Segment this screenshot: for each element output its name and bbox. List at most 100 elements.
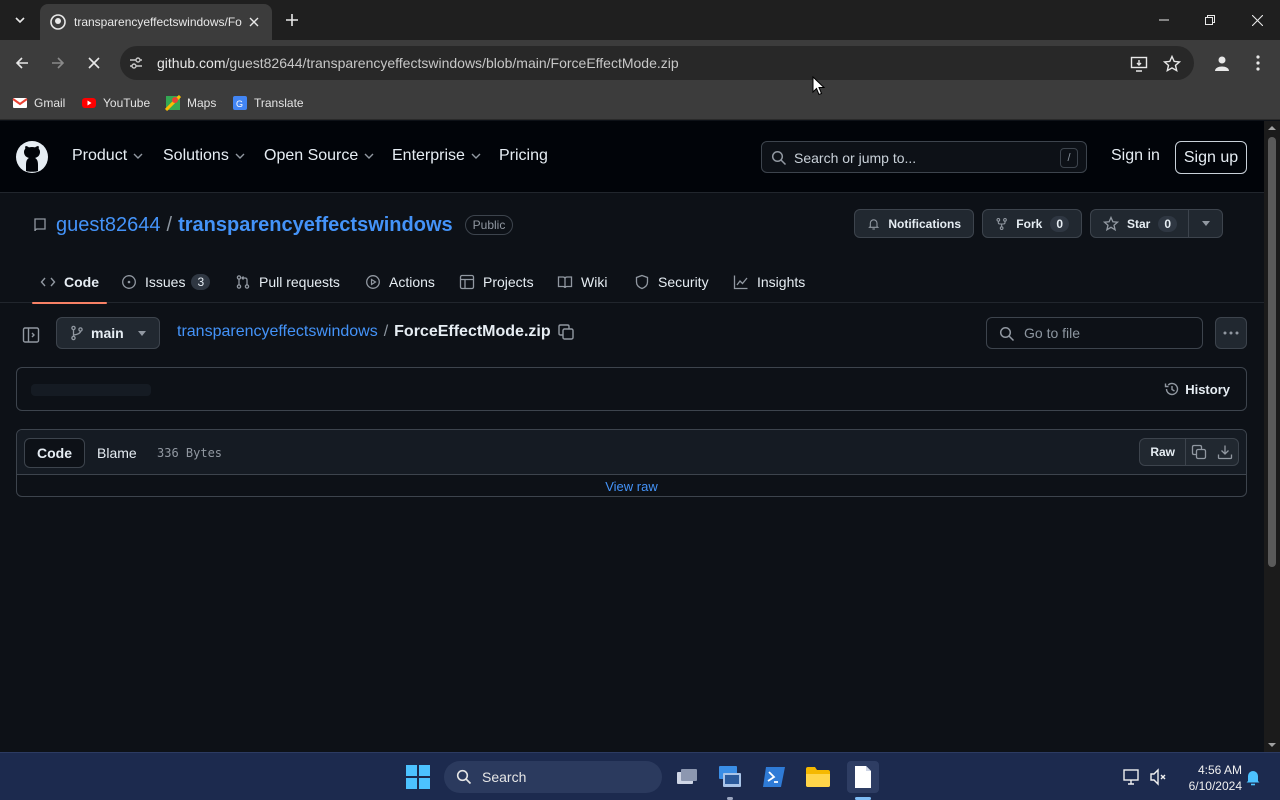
copy-icon	[1191, 444, 1207, 460]
new-tab-button[interactable]	[280, 8, 304, 32]
scroll-up-arrow-icon[interactable]	[1267, 123, 1277, 133]
code-icon	[40, 277, 56, 287]
close-window-button[interactable]	[1234, 0, 1280, 40]
sidebar-toggle-icon[interactable]	[22, 326, 40, 344]
mouse-cursor-icon	[812, 76, 826, 96]
install-app-icon[interactable]	[1130, 55, 1148, 73]
start-button[interactable]	[402, 761, 434, 793]
blame-view-button[interactable]: Blame	[85, 438, 149, 468]
git-branch-icon	[71, 325, 83, 341]
taskbar-app-file-explorer[interactable]	[802, 761, 834, 793]
profile-button[interactable]	[1208, 49, 1236, 77]
tab-pull-requests[interactable]: Pull requests	[227, 261, 348, 303]
tab-close-icon[interactable]	[246, 14, 262, 30]
bell-icon	[868, 218, 880, 230]
browser-tab-active[interactable]: transparencyeffectswindows/ForceEffectMo…	[40, 4, 272, 40]
browser-tabstrip: transparencyeffectswindows/ForceEffectMo…	[0, 0, 1280, 40]
scrollbar-thumb[interactable]	[1268, 137, 1276, 567]
table-icon	[459, 274, 475, 290]
taskbar-search[interactable]: Search	[444, 761, 662, 793]
arrow-left-icon	[15, 57, 28, 69]
bookmark-gmail[interactable]: Gmail	[12, 92, 65, 114]
star-button[interactable]: Star 0	[1090, 209, 1223, 238]
sign-in-link[interactable]: Sign in	[1111, 147, 1160, 165]
github-favicon-icon	[50, 14, 66, 30]
taskbar-app-powershell[interactable]	[758, 761, 790, 793]
caret-down-icon	[138, 331, 146, 336]
nav-open-source[interactable]: Open Source	[264, 147, 374, 165]
copy-raw-button[interactable]	[1186, 439, 1212, 465]
sign-up-button[interactable]: Sign up	[1175, 141, 1247, 174]
system-clock[interactable]: 4:56 AM 6/10/2024	[1176, 762, 1242, 794]
profile-avatar-icon	[1215, 56, 1229, 71]
code-view-button[interactable]: Code	[24, 438, 85, 468]
branch-selector[interactable]: main	[56, 317, 160, 349]
clock-date: 6/10/2024	[1188, 779, 1242, 793]
pull-request-icon	[236, 275, 250, 289]
scroll-down-arrow-icon[interactable]	[1267, 740, 1277, 750]
network-monitor-icon[interactable]	[1122, 767, 1142, 787]
copy-icon[interactable]	[557, 323, 575, 341]
fork-button[interactable]: Fork 0	[982, 209, 1082, 238]
repo-name-link[interactable]: transparencyeffectswindows	[178, 214, 453, 237]
tab-projects[interactable]: Projects	[451, 261, 542, 303]
search-input[interactable]: Search or jump to... /	[761, 141, 1087, 173]
bookmark-youtube[interactable]: YouTube	[81, 92, 150, 114]
star-dropdown-button[interactable]	[1188, 210, 1222, 237]
repo-title: guest82644 / transparencyeffectswindows …	[32, 211, 514, 239]
tab-code[interactable]: Code	[32, 261, 107, 304]
nav-pricing[interactable]: Pricing	[499, 147, 548, 165]
view-raw-link[interactable]: View raw	[17, 476, 1246, 496]
task-view-button[interactable]	[671, 761, 703, 793]
star-icon	[1103, 215, 1119, 231]
loading-skeleton	[31, 384, 151, 396]
tab-wiki[interactable]: Wiki	[549, 261, 615, 303]
computer-icon	[719, 766, 741, 787]
address-bar[interactable]: github.com/guest82644/transparencyeffect…	[120, 46, 1194, 80]
tab-security[interactable]: Security	[626, 261, 717, 303]
back-button[interactable]	[8, 49, 36, 77]
repo-owner-link[interactable]: guest82644	[56, 214, 161, 237]
nav-enterprise[interactable]: Enterprise	[392, 147, 481, 165]
tab-label: Security	[658, 274, 709, 290]
browser-toolbar: github.com/guest82644/transparencyeffect…	[0, 40, 1280, 86]
forward-button[interactable]	[44, 49, 72, 77]
tab-label: Actions	[389, 274, 435, 290]
restore-button[interactable]	[1187, 0, 1233, 40]
go-to-file-input[interactable]: Go to file	[986, 317, 1203, 349]
bookmark-maps[interactable]: Maps	[165, 92, 216, 114]
nav-solutions[interactable]: Solutions	[163, 147, 245, 165]
taskbar-app-notepad[interactable]	[847, 761, 879, 793]
github-logo-icon[interactable]	[16, 141, 48, 173]
star-label: Star	[1127, 216, 1151, 231]
nav-product[interactable]: Product	[72, 147, 143, 165]
taskbar-app-remote-desktop[interactable]	[714, 761, 746, 793]
stop-loading-button[interactable]	[80, 49, 108, 77]
windows-logo-icon	[406, 765, 430, 789]
minimize-button[interactable]	[1141, 0, 1187, 40]
browser-menu-button[interactable]	[1244, 49, 1272, 77]
bookmark-translate[interactable]: G Translate	[232, 92, 304, 114]
more-options-button[interactable]	[1215, 317, 1247, 349]
notifications-button[interactable]: Notifications	[854, 209, 974, 238]
download-button[interactable]	[1212, 439, 1238, 465]
maps-icon	[165, 95, 181, 111]
tab-actions[interactable]: Actions	[357, 261, 443, 303]
close-icon	[1251, 14, 1263, 26]
raw-button[interactable]: Raw	[1140, 439, 1186, 465]
tab-issues[interactable]: Issues 3	[113, 261, 218, 303]
tab-insights[interactable]: Insights	[725, 261, 813, 303]
history-button[interactable]: History	[1164, 381, 1230, 397]
tab-search-button[interactable]	[8, 8, 32, 32]
bookmark-star-icon[interactable]	[1163, 55, 1181, 73]
url-text[interactable]: github.com/guest82644/transparencyeffect…	[157, 55, 679, 71]
breadcrumb-repo-link[interactable]: transparencyeffectswindows	[177, 323, 378, 341]
page-scrollbar[interactable]	[1264, 121, 1280, 752]
caret-down-icon	[1201, 221, 1210, 226]
notification-bell-icon[interactable]	[1243, 767, 1263, 787]
visibility-badge: Public	[464, 215, 514, 235]
graph-icon	[733, 275, 748, 290]
windows-taskbar: Search 4:56 AM 6/10/2024	[0, 752, 1280, 800]
site-info-icon[interactable]	[128, 55, 144, 71]
volume-muted-icon[interactable]	[1148, 767, 1168, 787]
